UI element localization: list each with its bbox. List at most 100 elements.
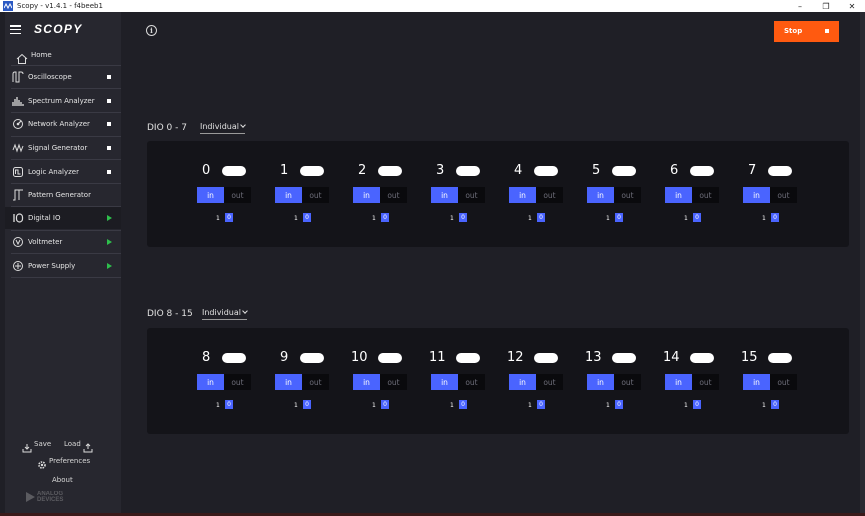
output-value-toggle[interactable] bbox=[768, 166, 792, 176]
output-value-toggle[interactable] bbox=[378, 166, 402, 176]
output-value-toggle[interactable] bbox=[612, 166, 636, 176]
high-value-label: 1 bbox=[606, 402, 610, 409]
sidebar-item-power-supply[interactable]: Power Supply bbox=[5, 255, 121, 277]
direction-in-button[interactable]: in bbox=[743, 374, 770, 390]
direction-out-button[interactable]: out bbox=[692, 374, 719, 390]
sidebar-item-logic-analyzer[interactable]: Logic Analyzer bbox=[5, 161, 121, 183]
logic-icon bbox=[12, 166, 24, 178]
direction-out-button[interactable]: out bbox=[614, 374, 641, 390]
tool-stopped-indicator bbox=[107, 75, 111, 79]
mode-dropdown-dio-0-7[interactable]: Individual bbox=[200, 122, 246, 134]
chevron-down-icon bbox=[242, 308, 248, 314]
info-icon[interactable]: i bbox=[146, 25, 157, 36]
sidebar-item-label: Voltmeter bbox=[28, 238, 63, 246]
direction-out-button[interactable]: out bbox=[302, 374, 329, 390]
high-value-label: 1 bbox=[450, 215, 454, 222]
direction-in-button[interactable]: in bbox=[509, 187, 536, 203]
direction-in-button[interactable]: in bbox=[275, 187, 302, 203]
direction-in-button[interactable]: in bbox=[431, 374, 458, 390]
save-button[interactable]: Save bbox=[34, 440, 51, 448]
direction-in-button[interactable]: in bbox=[353, 187, 380, 203]
sidebar-item-home[interactable]: Home bbox=[5, 49, 121, 64]
home-icon bbox=[16, 50, 28, 64]
current-value-badge: 0 bbox=[303, 400, 311, 409]
direction-in-button[interactable]: in bbox=[353, 374, 380, 390]
output-value-toggle[interactable] bbox=[534, 166, 558, 176]
output-value-toggle[interactable] bbox=[690, 353, 714, 363]
direction-out-button[interactable]: out bbox=[770, 187, 797, 203]
channel-number: 15 bbox=[741, 350, 758, 365]
digital-io-icon bbox=[12, 212, 24, 224]
current-value-badge: 0 bbox=[771, 400, 779, 409]
direction-in-button[interactable]: in bbox=[197, 187, 224, 203]
direction-in-button[interactable]: in bbox=[275, 374, 302, 390]
direction-in-button[interactable]: in bbox=[587, 374, 614, 390]
high-value-label: 1 bbox=[294, 402, 298, 409]
divider bbox=[11, 253, 121, 254]
direction-out-button[interactable]: out bbox=[770, 374, 797, 390]
direction-in-button[interactable]: in bbox=[431, 187, 458, 203]
direction-out-button[interactable]: out bbox=[380, 374, 407, 390]
tool-running-indicator bbox=[107, 239, 112, 245]
preferences-button[interactable]: Preferences bbox=[49, 457, 90, 465]
direction-out-button[interactable]: out bbox=[224, 187, 251, 203]
direction-in-button[interactable]: in bbox=[665, 187, 692, 203]
direction-out-button[interactable]: out bbox=[614, 187, 641, 203]
direction-out-button[interactable]: out bbox=[692, 187, 719, 203]
output-value-toggle[interactable] bbox=[768, 353, 792, 363]
direction-in-button[interactable]: in bbox=[587, 187, 614, 203]
output-value-toggle[interactable] bbox=[456, 353, 480, 363]
output-value-toggle[interactable] bbox=[456, 166, 480, 176]
direction-in-button[interactable]: in bbox=[197, 374, 224, 390]
direction-out-button[interactable]: out bbox=[380, 187, 407, 203]
high-value-label: 1 bbox=[762, 215, 766, 222]
dio-channel-12: 12 in out 1 0 bbox=[507, 350, 569, 420]
high-value-label: 1 bbox=[762, 402, 766, 409]
stop-button[interactable]: Stop bbox=[774, 21, 839, 42]
output-value-toggle[interactable] bbox=[690, 166, 714, 176]
output-value-toggle[interactable] bbox=[612, 353, 636, 363]
dio-channel-4: 4 in out 1 0 bbox=[509, 163, 569, 233]
minimize-button[interactable]: – bbox=[787, 0, 813, 12]
dio-channel-15: 15 in out 1 0 bbox=[741, 350, 803, 420]
sidebar-item-voltmeter[interactable]: Voltmeter bbox=[5, 231, 121, 253]
sidebar-item-network-analyzer[interactable]: Network Analyzer bbox=[5, 113, 121, 135]
sidebar-item-digital-io[interactable]: Digital IO bbox=[5, 207, 121, 229]
menu-icon[interactable] bbox=[10, 25, 21, 34]
high-value-label: 1 bbox=[450, 402, 454, 409]
output-value-toggle[interactable] bbox=[300, 353, 324, 363]
direction-out-button[interactable]: out bbox=[536, 374, 563, 390]
about-button[interactable]: About bbox=[52, 476, 73, 484]
sidebar-item-label: Network Analyzer bbox=[28, 120, 90, 128]
stop-button-label: Stop bbox=[784, 27, 803, 35]
mode-dropdown-dio-8-15[interactable]: Individual bbox=[202, 308, 248, 320]
output-value-toggle[interactable] bbox=[222, 166, 246, 176]
load-button[interactable]: Load bbox=[64, 440, 81, 448]
dio-channel-0: 0 in out 1 0 bbox=[197, 163, 257, 233]
output-value-toggle[interactable] bbox=[534, 353, 558, 363]
output-value-toggle[interactable] bbox=[378, 353, 402, 363]
direction-out-button[interactable]: out bbox=[536, 187, 563, 203]
sidebar-item-signal-generator[interactable]: Signal Generator bbox=[5, 137, 121, 159]
direction-in-button[interactable]: in bbox=[509, 374, 536, 390]
direction-out-button[interactable]: out bbox=[302, 187, 329, 203]
restore-button[interactable]: ❐ bbox=[813, 0, 839, 12]
high-value-label: 1 bbox=[294, 215, 298, 222]
close-button[interactable]: ✕ bbox=[839, 0, 865, 12]
channel-number: 6 bbox=[670, 163, 679, 178]
sidebar-item-spectrum-analyzer[interactable]: Spectrum Analyzer bbox=[5, 90, 121, 112]
sidebar-item-oscilloscope[interactable]: Oscilloscope bbox=[5, 66, 121, 88]
sidebar-item-label: Spectrum Analyzer bbox=[28, 97, 95, 105]
direction-out-button[interactable]: out bbox=[224, 374, 251, 390]
sidebar-item-label: Power Supply bbox=[28, 262, 76, 270]
direction-in-button[interactable]: in bbox=[665, 374, 692, 390]
sidebar-item-label: Logic Analyzer bbox=[28, 168, 79, 176]
sidebar-item-pattern-generator[interactable]: Pattern Generator bbox=[5, 184, 121, 206]
direction-out-button[interactable]: out bbox=[458, 374, 485, 390]
output-value-toggle[interactable] bbox=[222, 353, 246, 363]
high-value-label: 1 bbox=[606, 215, 610, 222]
output-value-toggle[interactable] bbox=[300, 166, 324, 176]
direction-in-button[interactable]: in bbox=[743, 187, 770, 203]
channel-number: 13 bbox=[585, 350, 602, 365]
direction-out-button[interactable]: out bbox=[458, 187, 485, 203]
